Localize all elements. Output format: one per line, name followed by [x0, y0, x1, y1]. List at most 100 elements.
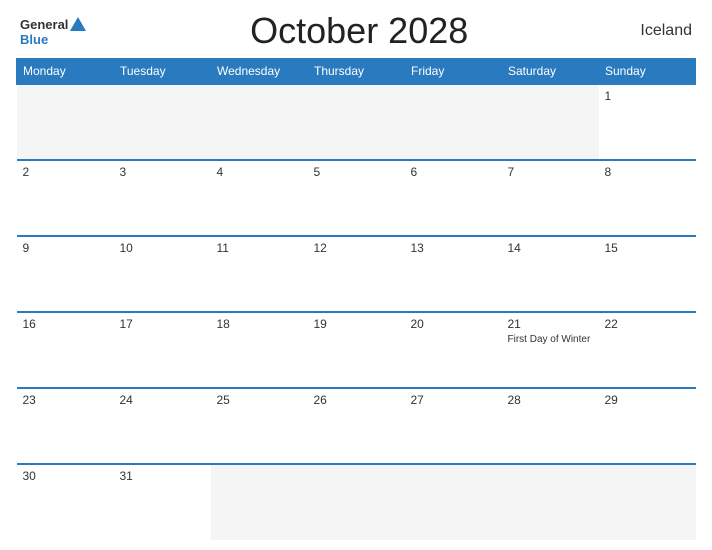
calendar-cell: 20 [405, 312, 502, 388]
calendar-cell: 6 [405, 160, 502, 236]
weekday-header-friday: Friday [405, 59, 502, 85]
day-number: 10 [120, 241, 205, 255]
calendar-cell: 2 [17, 160, 114, 236]
calendar-table: MondayTuesdayWednesdayThursdayFridaySatu… [16, 58, 696, 540]
day-number: 19 [314, 317, 399, 331]
day-number: 25 [217, 393, 302, 407]
calendar-cell: 30 [17, 464, 114, 540]
weekday-header-tuesday: Tuesday [114, 59, 211, 85]
calendar-cell [502, 84, 599, 160]
calendar-cell: 17 [114, 312, 211, 388]
calendar-cell [211, 464, 308, 540]
logo-general-text: General [20, 18, 68, 31]
logo-row1: General [20, 17, 86, 33]
calendar-header: General Blue October 2028 Iceland [16, 10, 696, 52]
day-number: 4 [217, 165, 302, 179]
calendar-cell: 15 [599, 236, 696, 312]
logo-blue-text: Blue [20, 33, 86, 46]
calendar-cell: 22 [599, 312, 696, 388]
weekday-header-row: MondayTuesdayWednesdayThursdayFridaySatu… [17, 59, 696, 85]
day-number: 18 [217, 317, 302, 331]
calendar-cell [17, 84, 114, 160]
weekday-header-wednesday: Wednesday [211, 59, 308, 85]
calendar-cell: 7 [502, 160, 599, 236]
day-number: 15 [605, 241, 690, 255]
calendar-cell: 3 [114, 160, 211, 236]
day-number: 27 [411, 393, 496, 407]
calendar-cell: 24 [114, 388, 211, 464]
day-number: 8 [605, 165, 690, 179]
day-number: 12 [314, 241, 399, 255]
calendar-cell: 11 [211, 236, 308, 312]
calendar-cell: 27 [405, 388, 502, 464]
calendar-cell: 4 [211, 160, 308, 236]
day-number: 1 [605, 89, 690, 103]
day-number: 29 [605, 393, 690, 407]
calendar-body: 123456789101112131415161718192021First D… [17, 84, 696, 540]
day-number: 3 [120, 165, 205, 179]
week-row-2: 2345678 [17, 160, 696, 236]
country-label: Iceland [632, 22, 692, 40]
day-number: 11 [217, 241, 302, 255]
week-row-3: 9 10 11 12 13 14 15 [17, 236, 696, 312]
weekday-header-sunday: Sunday [599, 59, 696, 85]
day-number: 17 [120, 317, 205, 331]
event-text: First Day of Winter [508, 333, 593, 346]
day-number: 23 [23, 393, 108, 407]
calendar-cell: 31 [114, 464, 211, 540]
calendar-cell [308, 464, 405, 540]
calendar-cell: 25 [211, 388, 308, 464]
day-number: 5 [314, 165, 399, 179]
calendar-cell: 16 [17, 312, 114, 388]
day-number: 22 [605, 317, 690, 331]
day-number: 30 [23, 469, 108, 483]
day-number: 24 [120, 393, 205, 407]
week-row-6: 30 31 [17, 464, 696, 540]
day-number: 14 [508, 241, 593, 255]
calendar-cell: 8 [599, 160, 696, 236]
calendar-cell: 19 [308, 312, 405, 388]
calendar-cell: 12 [308, 236, 405, 312]
weekday-header-monday: Monday [17, 59, 114, 85]
calendar-cell: 1 [599, 84, 696, 160]
calendar-cell: 29 [599, 388, 696, 464]
calendar-thead: MondayTuesdayWednesdayThursdayFridaySatu… [17, 59, 696, 85]
day-number: 21 [508, 317, 593, 331]
week-row-1: 1 [17, 84, 696, 160]
calendar-cell [114, 84, 211, 160]
calendar-cell: 13 [405, 236, 502, 312]
week-row-4: 16 17 18 19 20 21 First Day of Winter 22 [17, 312, 696, 388]
logo-inner: General Blue [20, 17, 86, 46]
logo: General Blue [20, 17, 86, 46]
calendar-cell [502, 464, 599, 540]
calendar-cell [405, 84, 502, 160]
calendar-cell [308, 84, 405, 160]
weekday-header-thursday: Thursday [308, 59, 405, 85]
logo-triangle-icon [70, 17, 86, 31]
calendar-cell [211, 84, 308, 160]
calendar-cell: 21 First Day of Winter [502, 312, 599, 388]
calendar-title: October 2028 [86, 10, 632, 52]
calendar-cell: 14 [502, 236, 599, 312]
day-number: 9 [23, 241, 108, 255]
calendar-cell [405, 464, 502, 540]
calendar-cell: 10 [114, 236, 211, 312]
calendar-container: General Blue October 2028 Iceland Monday… [0, 0, 712, 550]
day-number: 2 [23, 165, 108, 179]
day-number: 28 [508, 393, 593, 407]
calendar-cell: 28 [502, 388, 599, 464]
day-number: 6 [411, 165, 496, 179]
calendar-cell: 5 [308, 160, 405, 236]
calendar-cell: 9 [17, 236, 114, 312]
week-row-5: 23 24 25 26 27 28 29 [17, 388, 696, 464]
day-number: 31 [120, 469, 205, 483]
calendar-cell: 18 [211, 312, 308, 388]
day-number: 7 [508, 165, 593, 179]
day-number: 16 [23, 317, 108, 331]
calendar-cell: 26 [308, 388, 405, 464]
calendar-cell [599, 464, 696, 540]
calendar-cell: 23 [17, 388, 114, 464]
day-number: 13 [411, 241, 496, 255]
weekday-header-saturday: Saturday [502, 59, 599, 85]
day-number: 20 [411, 317, 496, 331]
